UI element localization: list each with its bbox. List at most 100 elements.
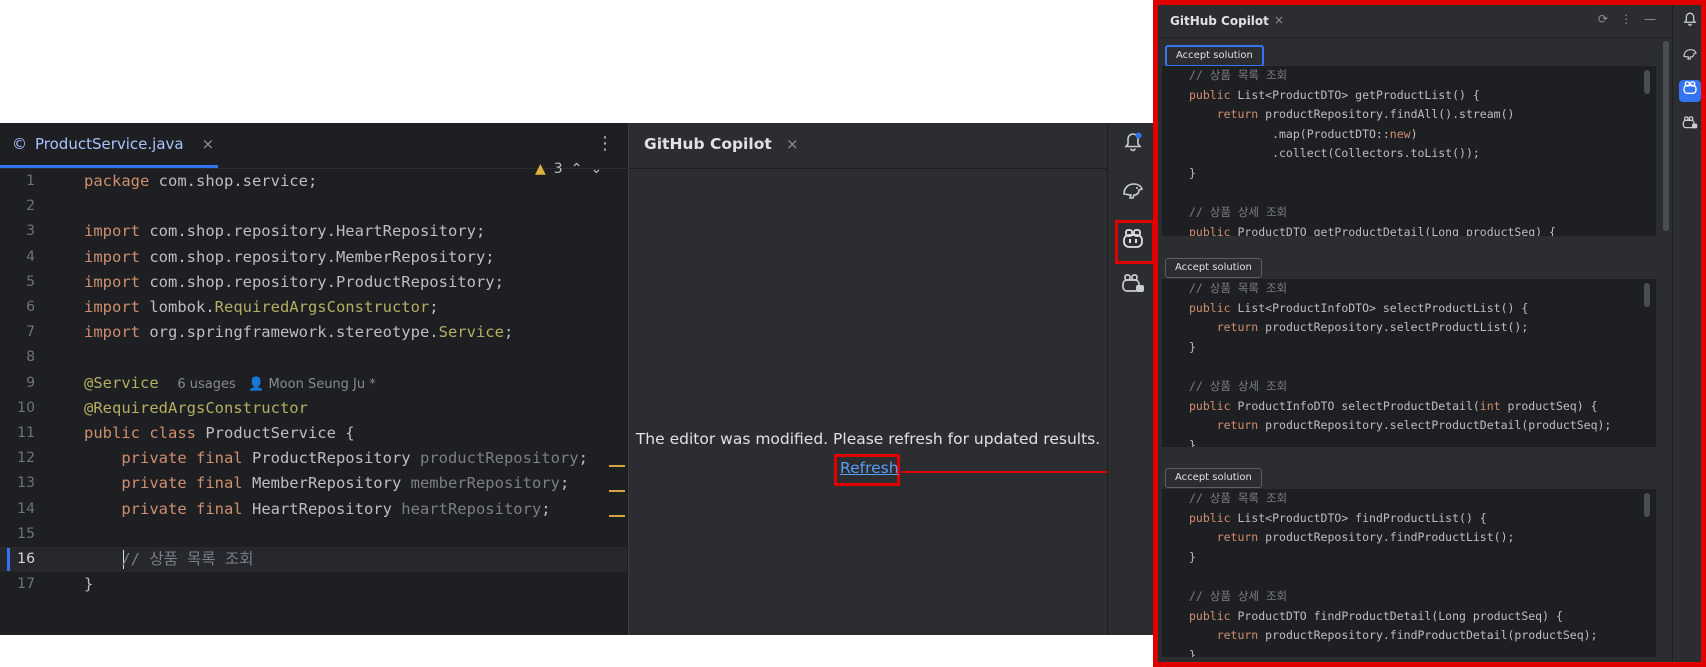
solution-scrollbar[interactable] (1644, 70, 1650, 94)
line-number: 4 (26, 248, 35, 265)
code-token: Service (438, 323, 504, 342)
solution-code[interactable]: // 상품 목록 조회 public List<ProductInfoDTO> s… (1162, 279, 1656, 447)
code-line: 13 private final MemberRepository member… (0, 471, 627, 498)
line-number: 17 (17, 576, 35, 593)
accept-solution-button[interactable]: Accept solution (1165, 45, 1264, 67)
elephant-icon[interactable] (1121, 178, 1145, 202)
solution-code-line: public ProductDTO getProductDetail(Long … (1189, 223, 1556, 236)
warning-stripe[interactable] (609, 515, 625, 517)
solution-code-line: // 상품 상세 조회 (1189, 377, 1287, 397)
code-token: HeartRepository (251, 499, 402, 518)
panel-scrollbar[interactable] (1663, 41, 1669, 231)
code-token: productRepository (419, 449, 579, 468)
bell-icon[interactable] (1121, 131, 1145, 155)
solution-code-line: return productRepository.findAll().strea… (1189, 105, 1515, 125)
code-line: 10 @RequiredArgsConstructor (0, 396, 627, 423)
warning-icon: ▲ (535, 161, 546, 177)
copilot-title: GitHub Copilot (644, 135, 772, 153)
solution-scrollbar[interactable] (1644, 283, 1650, 307)
code-text: private final MemberRepository memberRep… (84, 471, 569, 496)
code-token: import (84, 272, 150, 291)
code-token: productRepository.findProductDetail(prod… (1265, 628, 1598, 643)
solution-code-line: .collect(Collectors.toList()); (1189, 144, 1480, 164)
line-number: 14 (17, 500, 35, 517)
solution-scrollbar[interactable] (1644, 493, 1650, 517)
solution-code[interactable]: // 상품 목록 조회 public List<ProductDTO> getPr… (1162, 66, 1656, 236)
minimize-icon[interactable]: — (1644, 12, 1656, 26)
copilot-chat-icon[interactable] (1121, 273, 1145, 297)
code-token: ; (429, 298, 439, 316)
copilot-icon[interactable] (1679, 80, 1701, 102)
code-token: } (1189, 166, 1196, 180)
close-icon[interactable]: × (202, 135, 215, 153)
code-token: RequiredArgsConstructor (214, 298, 430, 316)
code-token: // 상품 목록 조회 (1189, 68, 1288, 82)
warning-stripe[interactable] (609, 465, 625, 467)
code-token: private final (84, 499, 252, 518)
solution-code-line: return productRepository.selectProductDe… (1189, 416, 1612, 436)
code-token: ProductService { (205, 424, 355, 442)
line-number: 7 (26, 324, 35, 341)
code-token: import (84, 323, 150, 342)
inspection-widget[interactable]: ▲ 3 ⌃ ⌄ (535, 161, 602, 177)
copilot-completions-panel: GitHub Copilot × ⟳ ⋮ — Accept solution//… (1153, 0, 1706, 667)
chevron-down-icon[interactable]: ⌄ (590, 161, 602, 177)
more-options-icon[interactable]: ⋮ (596, 133, 614, 154)
right-tool-strip (1107, 123, 1156, 635)
code-token: import (84, 247, 150, 266)
code-editor[interactable]: 1 package com.shop.service; 2 3 import com.s… (0, 169, 627, 635)
tab-product-service[interactable]: © ProductService.java × (12, 123, 214, 165)
code-text: } (84, 572, 93, 597)
code-token: ; (541, 499, 551, 518)
code-token: lombok. (149, 298, 215, 316)
solution-code[interactable]: // 상품 목록 조회 public List<ProductDTO> findP… (1162, 489, 1656, 657)
bell-icon[interactable] (1679, 11, 1701, 33)
code-token: 6 usages 👤 Moon Seung Ju * (177, 376, 376, 392)
solution-code-line: .map(ProductDTO::new) (1189, 125, 1417, 145)
code-token: // 상품 상세 조회 (1189, 379, 1288, 393)
code-token: // 상품 목록 조회 (1189, 491, 1288, 505)
code-token: ; (559, 474, 570, 493)
solution-code-line: } (1189, 338, 1196, 358)
line-number: 12 (17, 450, 35, 467)
code-line: 7 import org.springframework.stereotype.S… (0, 320, 627, 347)
tab-label: ProductService.java (35, 135, 184, 153)
more-options-icon[interactable]: ⋮ (1620, 12, 1632, 26)
code-token: import (84, 222, 150, 241)
code-token: MemberRepository (251, 474, 411, 493)
code-token: productSeq) { (1507, 398, 1598, 413)
chevron-up-icon[interactable]: ⌃ (571, 161, 583, 177)
code-token: List<ProductDTO> getProductList() { (1237, 87, 1480, 102)
close-icon[interactable]: × (786, 135, 799, 153)
solution-code-line: // 상품 목록 조회 (1189, 279, 1287, 299)
elephant-icon[interactable] (1679, 45, 1701, 67)
close-icon[interactable]: × (1274, 13, 1284, 27)
warning-stripe[interactable] (609, 490, 625, 492)
code-line: 8 (0, 345, 627, 372)
code-token: // 상품 목록 조회 (84, 550, 254, 568)
accept-solution-button[interactable]: Accept solution (1165, 258, 1262, 278)
code-token: ; (578, 449, 588, 468)
code-token: // 상품 목록 조회 (1189, 281, 1288, 295)
code-token: return (1189, 628, 1266, 643)
line-number: 9 (26, 374, 35, 391)
code-token: ProductInfoDTO selectProductDetail( (1237, 398, 1480, 413)
copilot-icon[interactable] (1121, 228, 1145, 252)
code-token: } (1189, 437, 1196, 447)
line-number: 13 (17, 475, 35, 492)
refresh-link[interactable]: Refresh (840, 459, 899, 477)
code-token: // 상품 상세 조회 (1189, 589, 1288, 603)
refresh-icon[interactable]: ⟳ (1598, 12, 1608, 26)
code-token: com.shop.repository.HeartRepository; (149, 222, 486, 241)
code-token: import (84, 298, 150, 316)
accept-solution-button[interactable]: Accept solution (1165, 468, 1262, 488)
code-token: private final (84, 449, 252, 468)
code-token: } (1189, 647, 1196, 657)
copilot-chat-icon[interactable] (1679, 115, 1701, 137)
line-number: 10 (17, 399, 35, 416)
code-token: public (1189, 398, 1238, 413)
line-number: 2 (26, 198, 35, 215)
code-text: import org.springframework.stereotype.Se… (84, 320, 513, 345)
header-actions: ⟳ ⋮ — (1598, 12, 1656, 26)
